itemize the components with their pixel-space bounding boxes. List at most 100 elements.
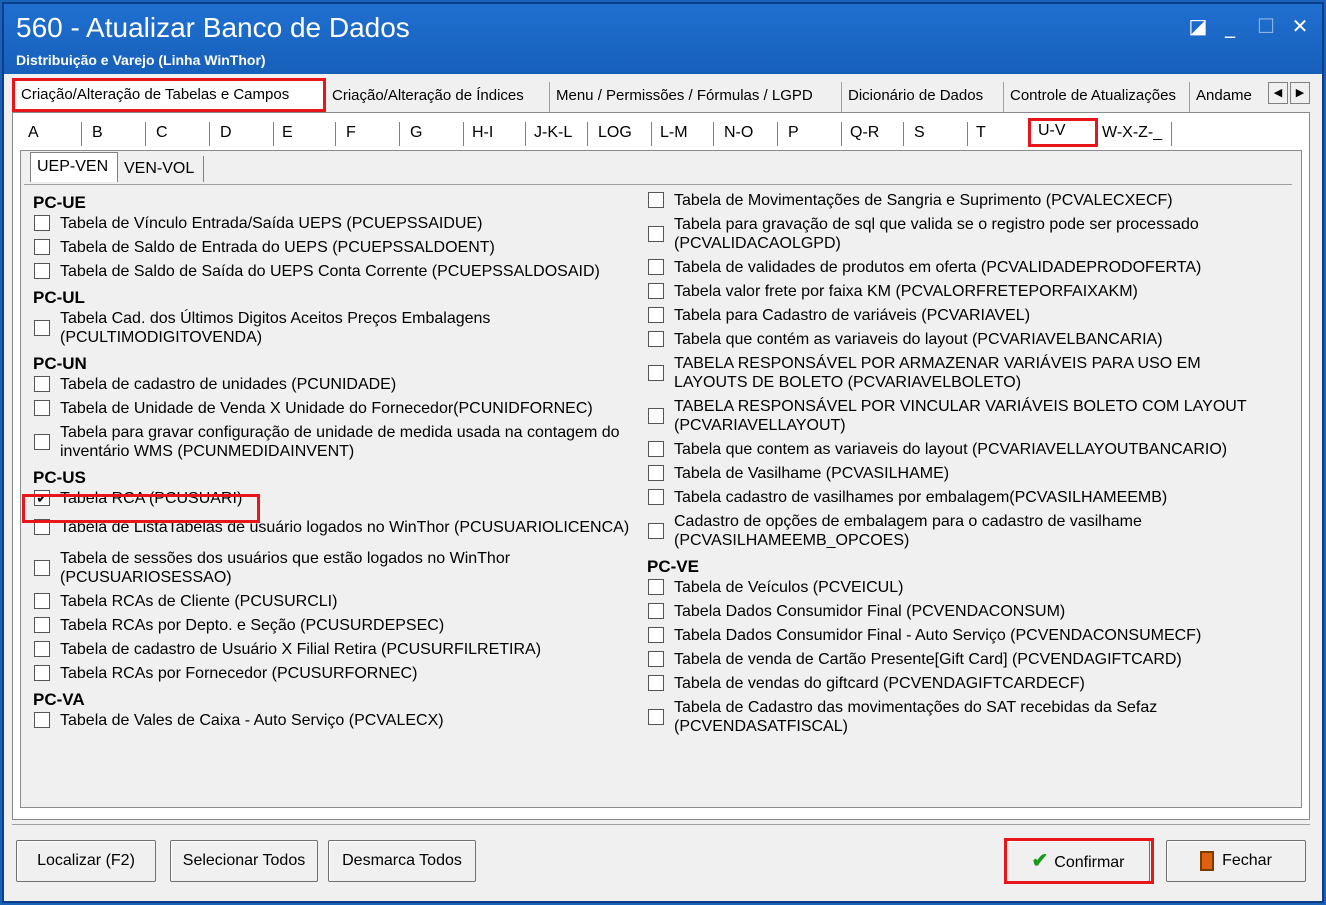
tab-letter-j-k-l[interactable]: J-K-L xyxy=(530,122,588,146)
checkbox[interactable] xyxy=(34,665,50,681)
checkbox[interactable] xyxy=(648,675,664,691)
checkbox[interactable] xyxy=(648,465,664,481)
tab-letter-q-r[interactable]: Q-R xyxy=(846,122,904,146)
minimize-button[interactable]: _ xyxy=(1218,14,1242,38)
localizar-button[interactable]: Localizar (F2) xyxy=(16,840,156,882)
checkbox[interactable] xyxy=(34,263,50,279)
list-item[interactable]: Tabela RCAs por Depto. e Seção (PCUSURDE… xyxy=(32,616,632,635)
checkbox[interactable] xyxy=(34,215,50,231)
checkbox[interactable] xyxy=(34,239,50,255)
list-item[interactable]: Tabela para gravar configuração de unida… xyxy=(32,423,632,461)
list-item[interactable]: Tabela que contém as variaveis do layout… xyxy=(646,330,1266,349)
maximize-button[interactable]: ☐ xyxy=(1254,14,1278,38)
tab-criacao-tabelas[interactable]: Criação/Alteração de Tabelas e Campos xyxy=(14,78,326,112)
scroll-left-icon[interactable]: ◀ xyxy=(1268,82,1288,104)
tab-letter-t[interactable]: T xyxy=(972,122,1030,146)
checkbox[interactable] xyxy=(648,408,664,424)
tab-andamento[interactable]: Andame xyxy=(1190,82,1268,112)
tab-letter-p[interactable]: P xyxy=(784,122,842,146)
tab-letter-h-i[interactable]: H-I xyxy=(468,122,526,146)
list-item[interactable]: Tabela Dados Consumidor Final (PCVENDACO… xyxy=(646,602,1266,621)
list-item[interactable]: Tabela de Cadastro das movimentações do … xyxy=(646,698,1266,736)
list-item[interactable]: Tabela de validades de produtos em ofert… xyxy=(646,258,1266,277)
tab-letter-a[interactable]: A xyxy=(24,122,82,146)
checkbox[interactable] xyxy=(648,651,664,667)
list-item[interactable]: Tabela cadastro de vasilhames por embala… xyxy=(646,488,1266,507)
list-item[interactable]: Tabela de cadastro de unidades (PCUNIDAD… xyxy=(32,375,632,394)
list-item[interactable]: Tabela de Vales de Caixa - Auto Serviço … xyxy=(32,711,632,730)
checkbox[interactable] xyxy=(34,593,50,609)
tab-criacao-indices[interactable]: Criação/Alteração de Índices xyxy=(326,82,550,112)
checkbox[interactable] xyxy=(648,365,664,381)
checkbox[interactable] xyxy=(648,331,664,347)
checkbox[interactable] xyxy=(648,441,664,457)
list-item[interactable]: Tabela de Veículos (PCVEICUL) xyxy=(646,578,1266,597)
list-item[interactable]: Tabela RCAs por Fornecedor (PCUSURFORNEC… xyxy=(32,664,632,683)
tab-letter-s[interactable]: S xyxy=(910,122,968,146)
desmarca-todos-button[interactable]: Desmarca Todos xyxy=(328,840,476,882)
list-item[interactable]: Tabela Dados Consumidor Final - Auto Ser… xyxy=(646,626,1266,645)
list-item[interactable]: Tabela de venda de Cartão Presente[Gift … xyxy=(646,650,1266,669)
tab-letter-d[interactable]: D xyxy=(216,122,274,146)
checkbox[interactable] xyxy=(34,376,50,392)
list-item[interactable]: Tabela de Unidade de Venda X Unidade do … xyxy=(32,399,632,418)
scroll-right-icon[interactable]: ▶ xyxy=(1290,82,1310,104)
fechar-button[interactable]: Fechar xyxy=(1166,840,1306,882)
tab-letter-w-x-z[interactable]: W-X-Z-_ xyxy=(1098,122,1172,146)
list-item[interactable]: Tabela de Vínculo Entrada/Saída UEPS (PC… xyxy=(32,214,632,233)
checkbox[interactable] xyxy=(648,489,664,505)
list-item[interactable]: Tabela valor frete por faixa KM (PCVALOR… xyxy=(646,282,1266,301)
list-item[interactable]: Tabela para Cadastro de variáveis (PCVAR… xyxy=(646,306,1266,325)
list-item[interactable]: Tabela de ListaTabelas de usuário logado… xyxy=(32,518,632,537)
list-item[interactable]: Tabela de vendas do giftcard (PCVENDAGIF… xyxy=(646,674,1266,693)
restore-icon[interactable]: ◪ xyxy=(1186,14,1210,38)
list-item[interactable]: TABELA RESPONSÁVEL POR VINCULAR VARIÁVEI… xyxy=(646,397,1266,435)
tab-letter-log[interactable]: LOG xyxy=(594,122,652,146)
checkbox[interactable] xyxy=(648,192,664,208)
list-item[interactable]: Tabela RCAs de Cliente (PCUSURCLI) xyxy=(32,592,632,611)
list-item[interactable]: Tabela de Vasilhame (PCVASILHAME) xyxy=(646,464,1266,483)
checkbox[interactable] xyxy=(648,259,664,275)
tab-menu-permissoes[interactable]: Menu / Permissões / Fórmulas / LGPD xyxy=(550,82,842,112)
checkbox[interactable] xyxy=(34,617,50,633)
checkbox[interactable] xyxy=(648,579,664,595)
list-item[interactable]: Tabela de Saldo de Entrada do UEPS (PCUE… xyxy=(32,238,632,257)
tab-letter-b[interactable]: B xyxy=(88,122,146,146)
tab-uep-ven[interactable]: UEP-VEN xyxy=(30,152,118,182)
tab-letter-n-o[interactable]: N-O xyxy=(720,122,778,146)
tab-letter-f[interactable]: F xyxy=(342,122,400,146)
list-item[interactable]: Tabela para gravação de sql que valida s… xyxy=(646,215,1266,253)
close-button[interactable]: ✕ xyxy=(1288,14,1312,38)
confirmar-button[interactable]: ✔ Confirmar xyxy=(1006,840,1150,882)
list-item-checked[interactable]: ✔ Tabela RCA (PCUSUARI) xyxy=(32,489,632,508)
list-item[interactable]: Cadastro de opções de embalagem para o c… xyxy=(646,512,1266,550)
list-item[interactable]: Tabela que contem as variaveis do layout… xyxy=(646,440,1266,459)
tab-letter-g[interactable]: G xyxy=(406,122,464,146)
checkbox[interactable] xyxy=(34,712,50,728)
checkbox[interactable] xyxy=(648,627,664,643)
checkbox[interactable] xyxy=(648,603,664,619)
tab-dicionario[interactable]: Dicionário de Dados xyxy=(842,82,1004,112)
tab-letter-l-m[interactable]: L-M xyxy=(656,122,714,146)
checkbox[interactable] xyxy=(34,560,50,576)
list-item[interactable]: Tabela de sessões dos usuários que estão… xyxy=(32,549,632,587)
list-item[interactable]: Tabela de Movimentações de Sangria e Sup… xyxy=(646,191,1266,210)
checkbox[interactable] xyxy=(34,519,50,535)
tab-letter-e[interactable]: E xyxy=(278,122,336,146)
checkbox[interactable] xyxy=(34,320,50,336)
checkbox[interactable] xyxy=(648,523,664,539)
checkbox[interactable] xyxy=(648,226,664,242)
selecionar-todos-button[interactable]: Selecionar Todos xyxy=(170,840,318,882)
checkbox-checked[interactable]: ✔ xyxy=(34,490,50,506)
checkbox[interactable] xyxy=(34,434,50,450)
checkbox[interactable] xyxy=(648,709,664,725)
list-item[interactable]: Tabela de Saldo de Saída do UEPS Conta C… xyxy=(32,262,632,281)
tab-letter-u-v[interactable]: U-V xyxy=(1034,118,1096,146)
list-item[interactable]: Tabela Cad. dos Últimos Digitos Aceitos … xyxy=(32,309,632,347)
checkbox[interactable] xyxy=(34,641,50,657)
tab-letter-c[interactable]: C xyxy=(152,122,210,146)
checkbox[interactable] xyxy=(34,400,50,416)
checkbox[interactable] xyxy=(648,307,664,323)
list-item[interactable]: TABELA RESPONSÁVEL POR ARMAZENAR VARIÁVE… xyxy=(646,354,1266,392)
tab-controle[interactable]: Controle de Atualizações xyxy=(1004,82,1190,112)
